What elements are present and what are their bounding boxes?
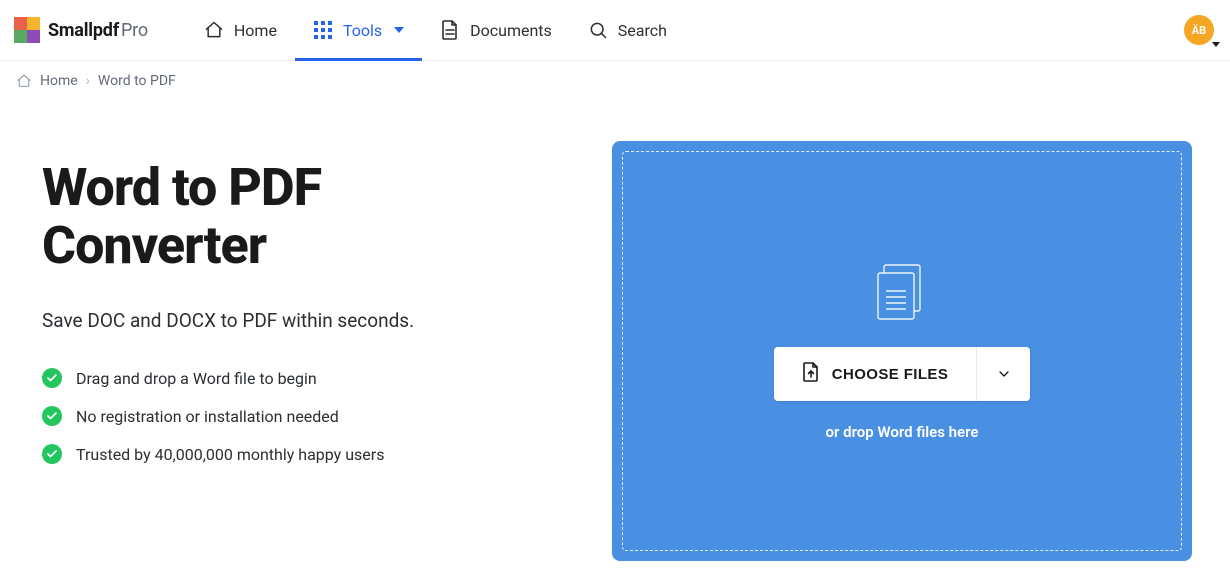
- page-subtitle: Save DOC and DOCX to PDF within seconds.: [42, 309, 542, 332]
- nav-label: Search: [618, 21, 667, 40]
- choose-files-label: CHOOSE FILES: [832, 366, 948, 383]
- home-icon: [16, 73, 32, 89]
- nav-label: Home: [234, 21, 277, 40]
- top-nav: SmallpdfPro Home Tools Documents: [0, 0, 1230, 61]
- brand-suffix: Pro: [121, 20, 148, 41]
- avatar-initials: ÄB: [1192, 24, 1206, 37]
- nav-label: Tools: [343, 21, 382, 40]
- upload-file-icon: [802, 362, 820, 386]
- nav-label: Documents: [470, 21, 552, 40]
- list-item: No registration or installation needed: [42, 406, 542, 426]
- feature-text: Trusted by 40,000,000 monthly happy user…: [76, 445, 384, 464]
- page-title: Word to PDF Converter: [42, 159, 542, 275]
- brand-logo-icon: [14, 17, 40, 43]
- chevron-down-icon: [394, 27, 404, 33]
- document-icon: [440, 20, 460, 40]
- check-icon: [42, 368, 62, 388]
- nav-search[interactable]: Search: [570, 0, 685, 60]
- avatar[interactable]: ÄB: [1184, 15, 1214, 45]
- nav-home[interactable]: Home: [186, 0, 295, 60]
- grid-icon: [313, 20, 333, 40]
- breadcrumb-separator: ›: [86, 73, 90, 89]
- breadcrumb-home-link[interactable]: Home: [40, 73, 78, 89]
- file-drop-zone[interactable]: CHOOSE FILES or drop Word files here: [612, 141, 1192, 561]
- home-icon: [204, 20, 224, 40]
- list-item: Drag and drop a Word file to begin: [42, 368, 542, 388]
- document-stack-icon: [872, 261, 932, 327]
- nav-tools[interactable]: Tools: [295, 0, 422, 60]
- drop-hint: or drop Word files here: [826, 423, 979, 441]
- feature-list: Drag and drop a Word file to begin No re…: [42, 368, 542, 464]
- feature-text: No registration or installation needed: [76, 407, 339, 426]
- breadcrumb: Home › Word to PDF: [0, 61, 1230, 101]
- check-icon: [42, 444, 62, 464]
- breadcrumb-current: Word to PDF: [98, 73, 176, 89]
- chevron-down-icon: [996, 366, 1012, 382]
- check-icon: [42, 406, 62, 426]
- main-content: Word to PDF Converter Save DOC and DOCX …: [0, 101, 1230, 561]
- brand[interactable]: SmallpdfPro: [14, 17, 148, 43]
- choose-files-dropdown[interactable]: [976, 347, 1030, 401]
- feature-text: Drag and drop a Word file to begin: [76, 369, 317, 388]
- list-item: Trusted by 40,000,000 monthly happy user…: [42, 444, 542, 464]
- brand-name: SmallpdfPro: [48, 20, 148, 41]
- choose-files-button[interactable]: CHOOSE FILES: [774, 347, 976, 401]
- search-icon: [588, 20, 608, 40]
- nav-documents[interactable]: Documents: [422, 0, 570, 60]
